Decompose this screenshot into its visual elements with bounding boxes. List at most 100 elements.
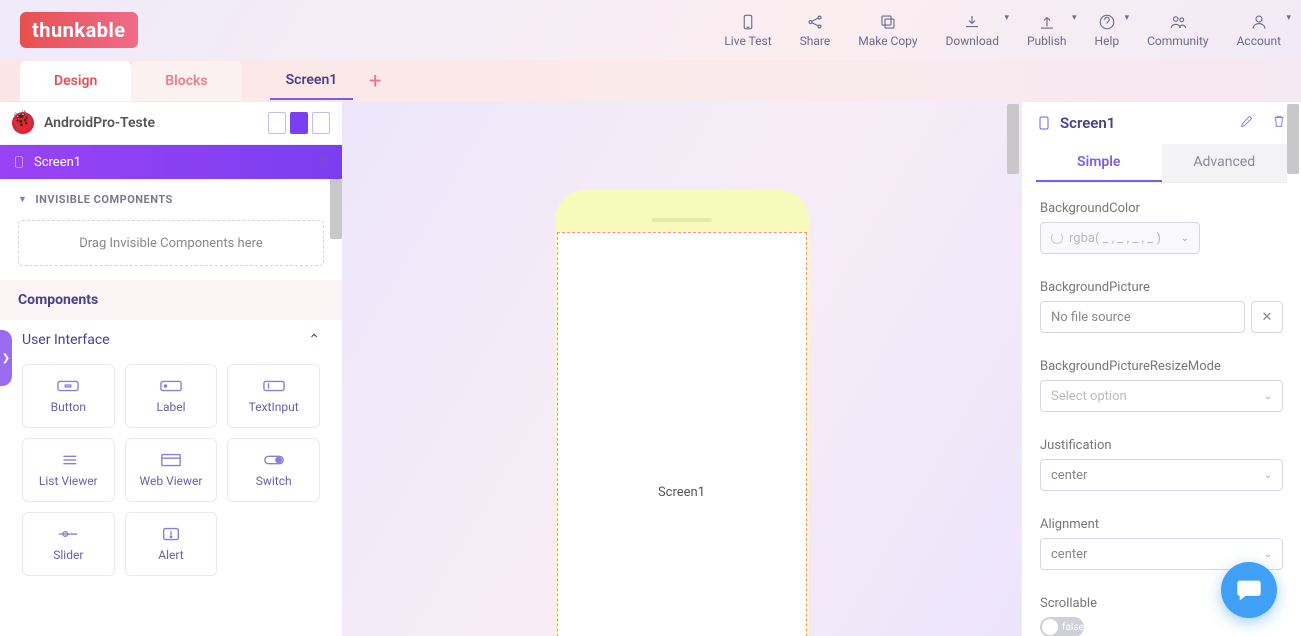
screen-icon [1036, 114, 1052, 132]
left-panel: AndroidPro-Teste Screen1 ▼ INVISIBLE COM… [0, 102, 342, 636]
project-icon [12, 112, 34, 134]
tab-blocks[interactable]: Blocks [131, 61, 241, 101]
tab-design[interactable]: Design [20, 61, 131, 101]
chevron-down-icon: ⌄ [1264, 391, 1272, 402]
justification-select[interactable]: center ⌄ [1040, 459, 1283, 491]
color-value: rgba( _ , _ , _ , _ ) [1069, 231, 1161, 246]
resize-select[interactable]: Select option ⌄ [1040, 380, 1283, 412]
view-toggle-1[interactable] [268, 112, 286, 134]
add-screen-button[interactable]: + [357, 63, 393, 99]
top-action-make-copy[interactable]: Make Copy [858, 13, 917, 48]
chevron-up-icon: ⌃ [308, 332, 320, 348]
component-web-viewer[interactable]: Web Viewer [125, 438, 218, 502]
prop-label: BackgroundPictureResizeMode [1040, 359, 1283, 374]
scrollable-toggle[interactable]: false [1040, 617, 1084, 636]
screen-tab-1[interactable]: Screen1 [270, 62, 354, 100]
top-action-share[interactable]: Share [800, 13, 831, 48]
component-label: Alert [158, 548, 183, 562]
prop-label: Alignment [1040, 517, 1283, 532]
select-placeholder: Select option [1051, 389, 1127, 404]
top-action-label: Live Test [724, 34, 771, 48]
top-action-label: Publish [1027, 34, 1067, 48]
brand-logo[interactable]: thunkable [20, 12, 138, 48]
close-icon[interactable]: ✕ [1251, 301, 1283, 333]
component-grid: Button Label TextInput List Viewer Web V… [0, 360, 342, 584]
tab-simple[interactable]: Simple [1036, 144, 1162, 182]
user-interface-section[interactable]: User Interface ⌃ [0, 320, 342, 360]
trash-icon[interactable] [1271, 112, 1287, 134]
chevron-down-icon: ⌄ [1264, 470, 1272, 481]
screen-label: Screen1 [658, 485, 705, 500]
toggle-value: false [1062, 622, 1084, 633]
chevron-down-icon: ▾ [1125, 13, 1130, 23]
component-label: Switch [256, 474, 292, 488]
scrollbar[interactable] [330, 179, 342, 239]
view-toggles [268, 112, 330, 134]
top-action-label: Help [1095, 34, 1120, 48]
file-placeholder: No file source [1051, 310, 1131, 325]
chevron-down-icon: ⌄ [1181, 233, 1189, 244]
chevron-down-icon: ▾ [1286, 13, 1291, 23]
tree-item-label: Screen1 [34, 155, 81, 170]
trash-icon[interactable] [316, 153, 330, 171]
select-value: center [1051, 468, 1087, 483]
app-header: thunkable Live Test Share Make Copy ▾ Do… [0, 0, 1301, 60]
top-action-label: Download [946, 34, 999, 48]
tree-item-screen1[interactable]: Screen1 [0, 145, 342, 179]
component-label: List Viewer [39, 474, 98, 488]
component-list-viewer[interactable]: List Viewer [22, 438, 115, 502]
top-action-label: Make Copy [858, 34, 917, 48]
caret-down-icon: ▼ [18, 194, 27, 205]
view-toggle-2[interactable] [290, 112, 308, 134]
top-action-help[interactable]: ▾ Help [1095, 13, 1120, 48]
component-slider[interactable]: Slider [22, 512, 115, 576]
component-label[interactable]: Label [125, 364, 218, 428]
component-alert[interactable]: Alert [125, 512, 218, 576]
file-picker[interactable]: No file source [1040, 301, 1245, 333]
component-label: TextInput [249, 400, 299, 414]
component-textinput[interactable]: TextInput [227, 364, 320, 428]
section-label: User Interface [22, 332, 110, 348]
chat-button[interactable] [1221, 562, 1277, 618]
component-label: Web Viewer [140, 474, 203, 488]
top-action-live-test[interactable]: Live Test [724, 13, 771, 48]
screen-tabs: Screen1 + [270, 62, 394, 100]
component-button[interactable]: Button [22, 364, 115, 428]
device-frame: Screen1 [555, 190, 809, 636]
edit-icon[interactable] [1239, 112, 1255, 134]
color-picker[interactable]: rgba( _ , _ , _ , _ ) ⌄ [1040, 222, 1200, 254]
prop-label: BackgroundPicture [1040, 280, 1283, 295]
project-name[interactable]: AndroidPro-Teste [44, 115, 258, 131]
scrollbar[interactable] [1007, 104, 1019, 174]
chat-icon [1235, 576, 1263, 604]
canvas[interactable]: Screen1 [342, 102, 1021, 636]
mode-strip: Design Blocks Screen1 + [0, 60, 1301, 102]
chevron-down-icon: ⌄ [1264, 549, 1272, 560]
tab-advanced[interactable]: Advanced [1162, 144, 1288, 182]
component-label: Slider [53, 548, 83, 562]
invisible-components-header[interactable]: ▼ INVISIBLE COMPONENTS [0, 179, 342, 216]
component-label: Label [156, 400, 185, 414]
invisible-drop-zone[interactable]: Drag Invisible Components here [18, 220, 324, 266]
top-action-community[interactable]: Community [1147, 13, 1208, 48]
prop-background-color: BackgroundColor rgba( _ , _ , _ , _ ) ⌄ [1022, 183, 1301, 262]
components-header: Components [0, 280, 342, 320]
drawer-handle[interactable]: ❯ [0, 330, 12, 386]
prop-label: Justification [1040, 438, 1283, 453]
top-action-account[interactable]: ▾ Account [1237, 13, 1281, 48]
prop-justification: Justification center ⌄ [1022, 420, 1301, 499]
top-action-label: Community [1147, 34, 1208, 48]
top-action-download[interactable]: ▾ Download [946, 13, 999, 48]
chevron-down-icon: ▾ [1072, 13, 1077, 23]
component-switch[interactable]: Switch [227, 438, 320, 502]
top-actions: Live Test Share Make Copy ▾ Download ▾ P… [724, 13, 1281, 48]
view-toggle-3[interactable] [312, 112, 330, 134]
scrollbar[interactable] [1287, 104, 1299, 174]
top-action-publish[interactable]: ▾ Publish [1027, 13, 1067, 48]
top-action-label: Account [1237, 34, 1281, 48]
properties-header: Screen1 [1022, 102, 1301, 144]
screen-preview[interactable]: Screen1 [557, 232, 807, 636]
prop-background-picture: BackgroundPicture No file source ✕ [1022, 262, 1301, 341]
project-row: AndroidPro-Teste [0, 102, 342, 145]
device-notch [652, 218, 712, 222]
